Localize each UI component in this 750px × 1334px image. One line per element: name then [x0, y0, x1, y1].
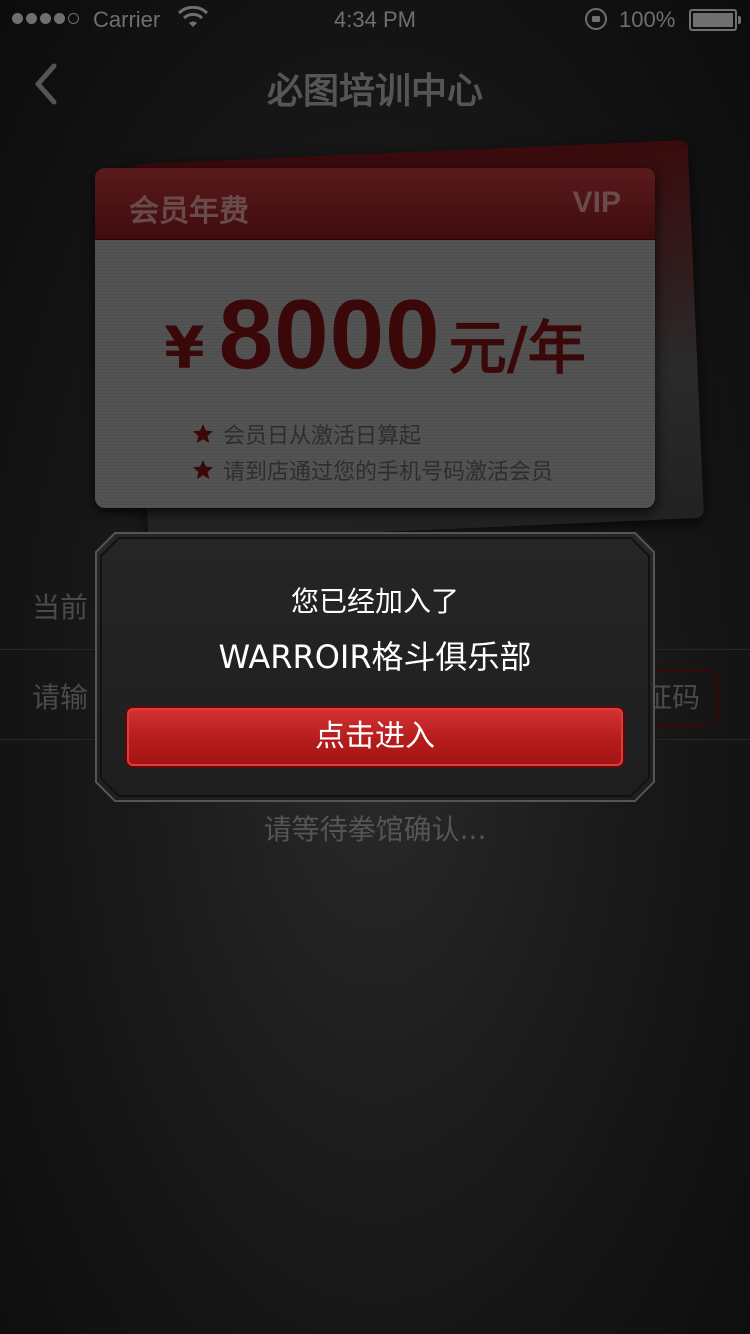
star-icon	[193, 424, 213, 443]
enter-button[interactable]: 点击进入	[127, 708, 623, 766]
orientation-lock-icon	[585, 8, 607, 30]
note-text: 会员日从激活日算起	[223, 424, 422, 449]
vip-badge: VIP	[572, 186, 621, 219]
status-bar: Carrier 4:34 PM 100%	[0, 0, 750, 40]
price-unit: 元/年	[448, 314, 586, 382]
currency-symbol: ¥	[164, 314, 205, 382]
list-item: 请到店通过您的手机号码激活会员	[191, 452, 553, 488]
membership-fee-label: 会员年费	[129, 194, 249, 229]
join-dialog: 您已经加入了 WARROIR格斗俱乐部 点击进入	[95, 532, 655, 802]
battery-icon	[689, 9, 741, 31]
vip-card-header: 会员年费 VIP	[95, 168, 655, 240]
dialog-message: 您已经加入了	[290, 585, 459, 618]
price-amount: 8000	[218, 279, 441, 389]
input-row-label: 请输	[32, 681, 89, 714]
nav-bar: 必图培训中心	[0, 40, 750, 128]
screen: Carrier 4:34 PM 100% 必图培训中心 会员年费 VIP ¥ 8…	[0, 0, 750, 1334]
current-row-label: 当前	[32, 591, 89, 624]
star-icon	[193, 460, 213, 479]
waiting-text: 请等待拳馆确认...	[263, 813, 487, 846]
list-item: 会员日从激活日算起	[191, 416, 553, 452]
price: ¥ 8000 元/年	[95, 278, 655, 391]
page-title: 必图培训中心	[266, 71, 483, 112]
battery-percentage: 100%	[619, 7, 676, 32]
card-notes: 会员日从激活日算起 请到店通过您的手机号码激活会员	[191, 416, 553, 488]
club-name: WARROIR格斗俱乐部	[218, 638, 532, 676]
vip-card: 会员年费 VIP ¥ 8000 元/年 会员日从激活日算起 请到店通过您的手机号…	[95, 168, 655, 508]
note-text: 请到店通过您的手机号码激活会员	[223, 460, 554, 485]
